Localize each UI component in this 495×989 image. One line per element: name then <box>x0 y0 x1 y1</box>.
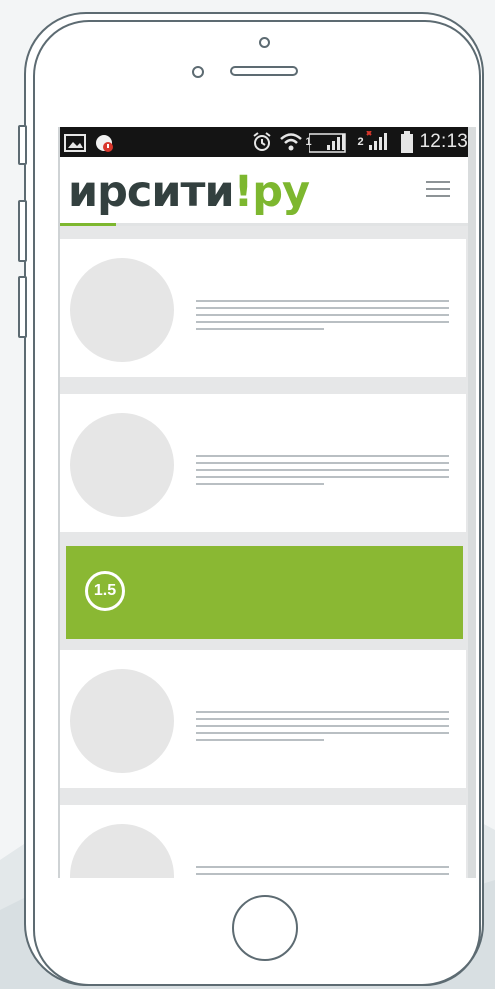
wifi-icon <box>280 133 303 151</box>
site-header: ирсити!ру <box>58 157 476 226</box>
image-icon <box>64 134 86 152</box>
home-button[interactable] <box>232 895 298 961</box>
status-bar: 1 2 12:13 <box>58 127 476 157</box>
volume-down-button <box>18 276 27 338</box>
hamburger-menu-icon[interactable] <box>426 181 450 201</box>
text-placeholder-line <box>196 718 449 720</box>
signal-sim1-icon <box>309 133 347 153</box>
list-item[interactable] <box>60 394 466 532</box>
logo-text-domain: ру <box>252 167 310 217</box>
battery-icon <box>401 131 414 153</box>
alarm-icon <box>253 132 272 151</box>
list-item[interactable] <box>60 805 466 878</box>
thumbnail-placeholder <box>70 669 174 773</box>
text-placeholder-line <box>196 732 449 734</box>
signal-sim2-icon <box>366 131 388 150</box>
list-item[interactable] <box>60 239 466 377</box>
front-camera <box>259 37 270 48</box>
volume-up-button <box>18 200 27 262</box>
text-placeholder-line <box>196 483 324 485</box>
text-placeholder-line <box>196 873 449 875</box>
text-placeholder-line <box>196 739 324 741</box>
promo-banner[interactable]: 1.5 <box>66 546 463 639</box>
notification-icon <box>96 135 113 152</box>
text-placeholder-line <box>196 469 449 471</box>
scrollbar-track[interactable] <box>468 127 476 878</box>
text-placeholder-line <box>196 307 449 309</box>
text-placeholder-line <box>196 300 449 302</box>
silent-switch <box>18 125 27 165</box>
logo-text-main: ирсити <box>68 167 235 217</box>
phone-screen: 1 2 12:13 ирсити!ру 1.5 <box>58 127 476 878</box>
text-placeholder-line <box>196 476 449 478</box>
text-placeholder-line <box>196 328 324 330</box>
text-placeholder-line <box>196 314 449 316</box>
proximity-sensor <box>192 66 204 78</box>
active-tab-indicator <box>58 223 116 226</box>
text-placeholder-line <box>196 462 449 464</box>
text-placeholder-line <box>196 455 449 457</box>
thumbnail-placeholder <box>70 258 174 362</box>
screen-edge-left <box>58 127 60 878</box>
text-placeholder-line <box>196 711 449 713</box>
promo-badge: 1.5 <box>85 571 125 611</box>
thumbnail-placeholder <box>70 824 174 878</box>
header-divider <box>58 223 476 226</box>
site-logo[interactable]: ирсити!ру <box>68 167 310 217</box>
text-placeholder-line <box>196 321 449 323</box>
clock: 12:13 <box>419 131 468 152</box>
earpiece-speaker <box>230 66 298 76</box>
text-placeholder-line <box>196 866 449 868</box>
list-item[interactable] <box>60 650 466 788</box>
thumbnail-placeholder <box>70 413 174 517</box>
text-placeholder-line <box>196 725 449 727</box>
logo-exclamation: ! <box>233 167 254 217</box>
